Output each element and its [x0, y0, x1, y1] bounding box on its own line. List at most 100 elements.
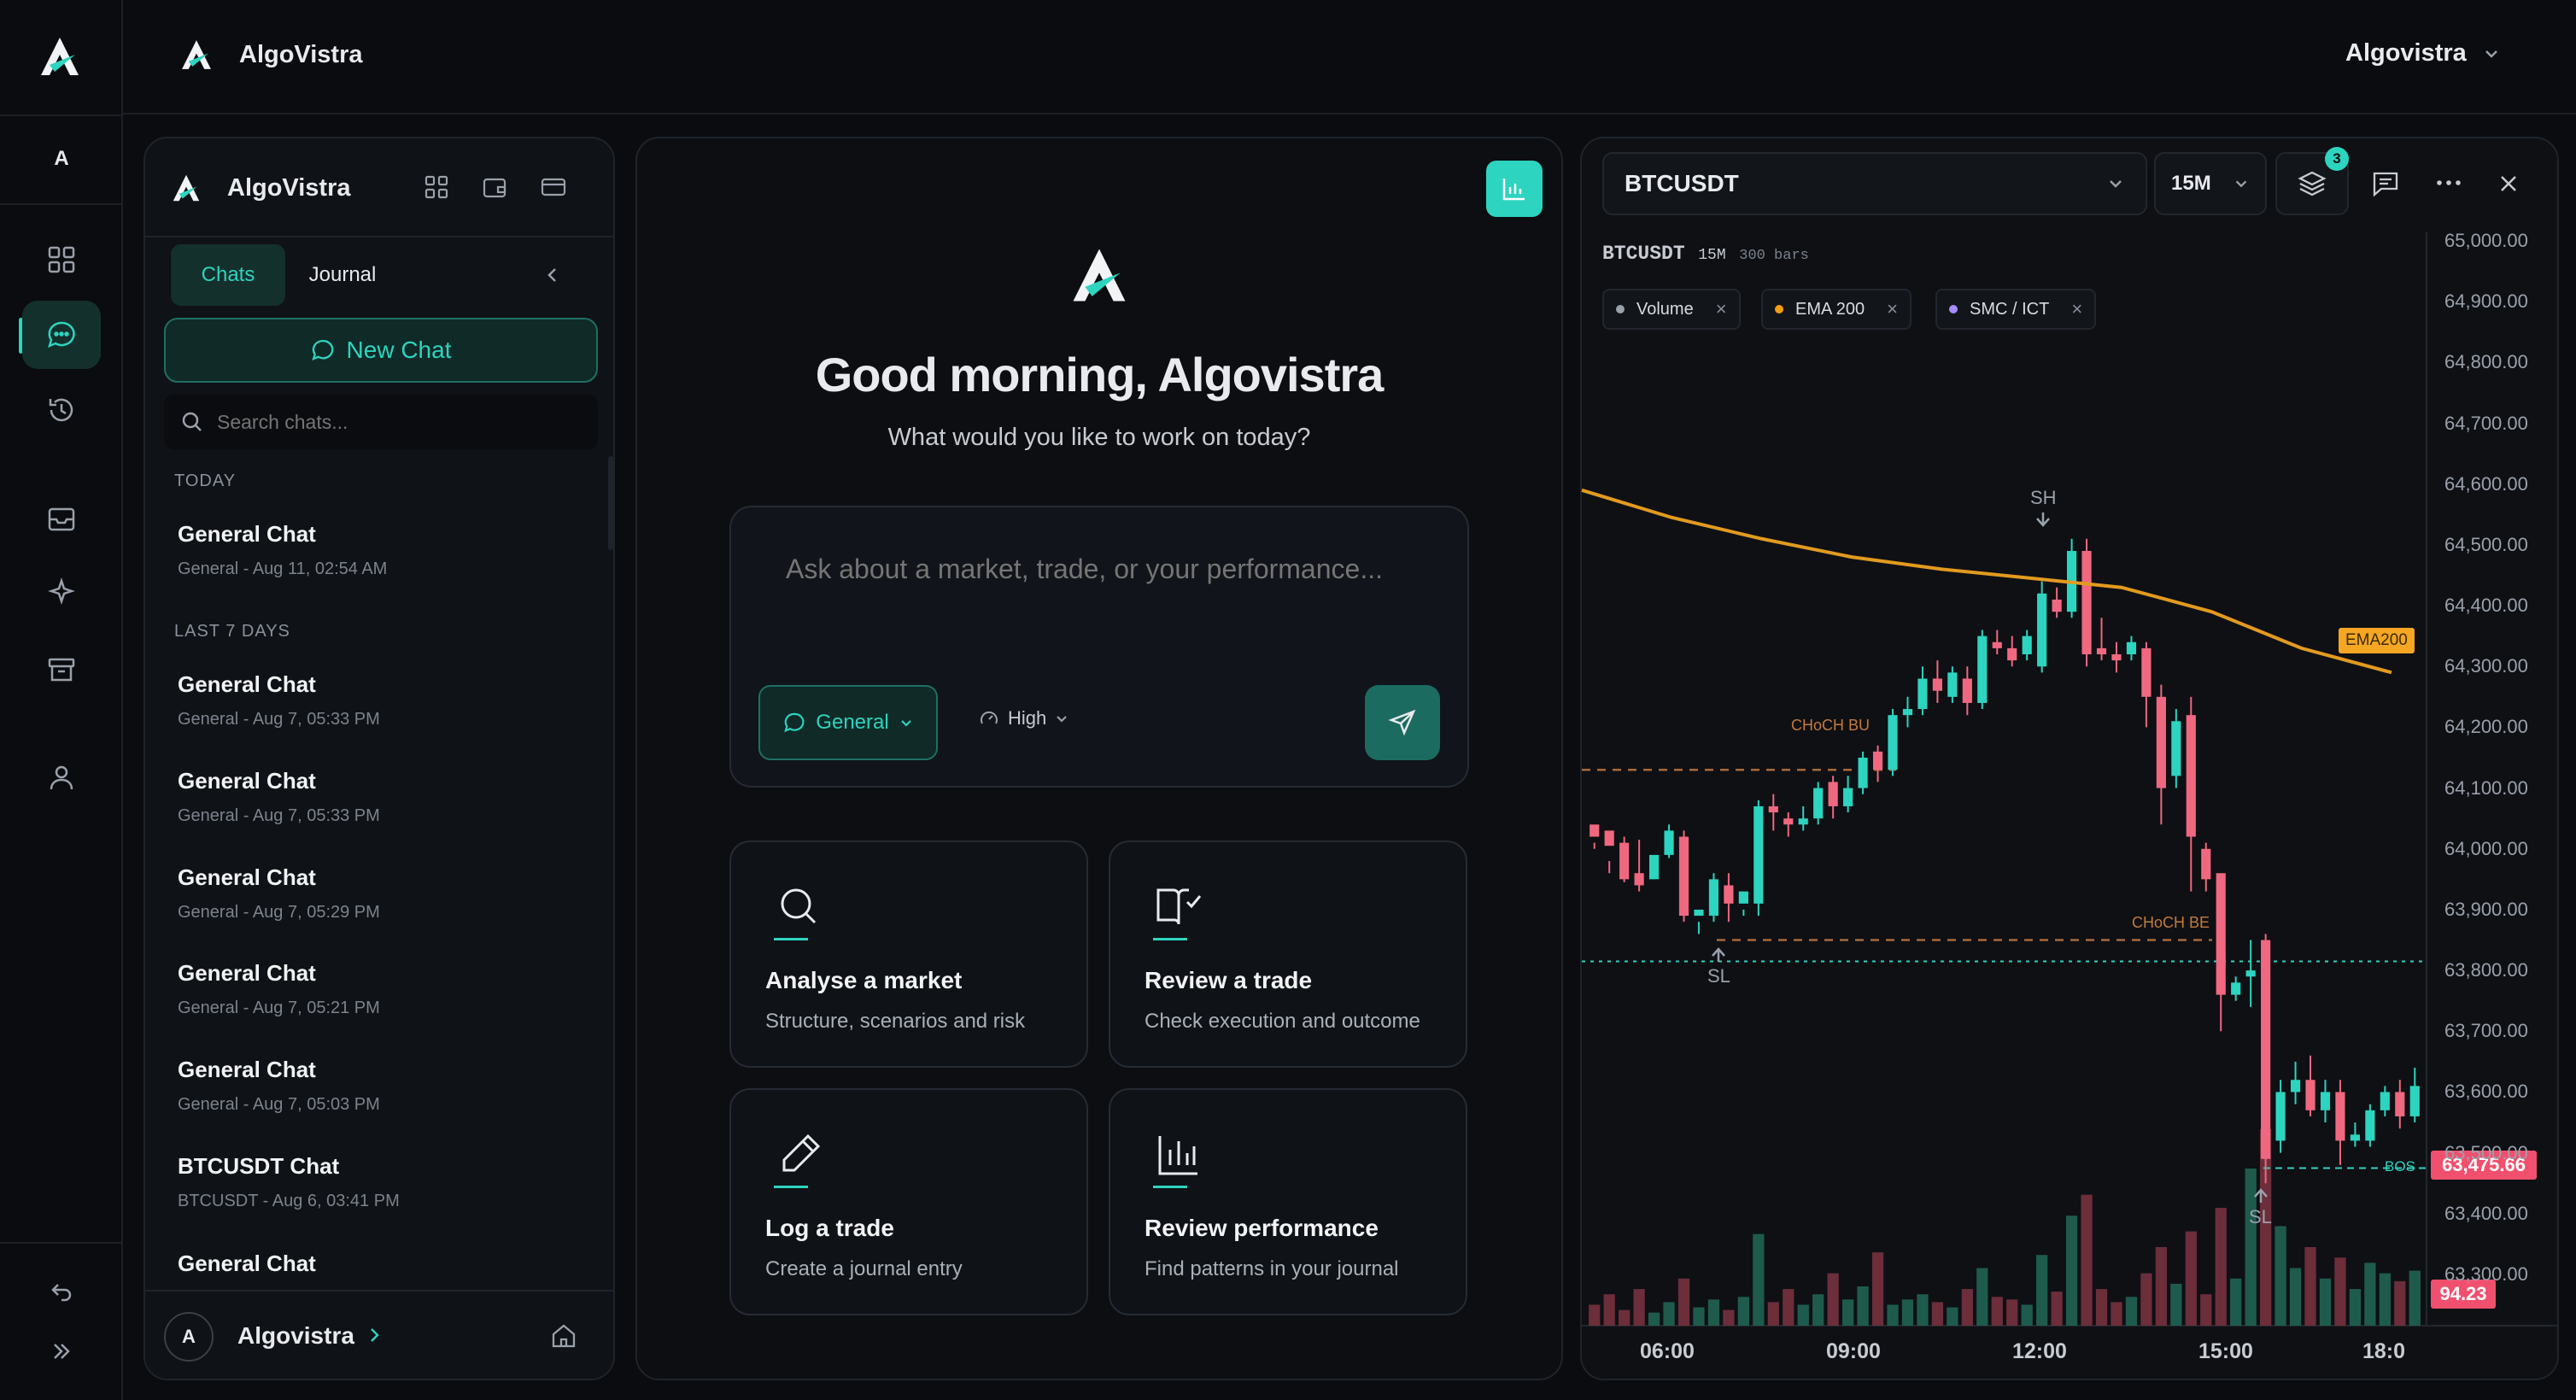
symbol-select[interactable]: BTCUSDT [1602, 152, 2147, 215]
y-axis-label: 63,300.00 [2444, 1263, 2528, 1285]
suggestion-card-review-trade[interactable]: Review a trade Check execution and outco… [1109, 841, 1467, 1068]
chevron-down-icon [2485, 50, 2497, 58]
card-subtitle: Create a journal entry [765, 1257, 963, 1280]
info-bars: 300 bars [1739, 248, 1809, 264]
indicator-chip-smc[interactable]: SMC / ICT × [1935, 289, 2097, 330]
archive-icon[interactable] [22, 636, 101, 704]
card-title: Log a trade [765, 1215, 894, 1241]
avatar[interactable]: A [44, 142, 79, 176]
user-icon[interactable] [22, 743, 101, 811]
accent-line [1153, 1186, 1187, 1188]
chat-subtitle: BTCUSDT - Aug 6, 03:41 PM [178, 1192, 400, 1210]
user-name[interactable]: Algovistra [237, 1322, 354, 1350]
account-name: Algovistra [2345, 39, 2467, 67]
gauge-icon [981, 711, 998, 724]
y-axis-label: 63,900.00 [2444, 898, 2528, 920]
chat-title: General Chat [178, 1251, 316, 1276]
x-axis-label: 18:0 [2362, 1339, 2406, 1363]
home-icon[interactable] [550, 1322, 577, 1350]
mode-select[interactable]: General [758, 685, 938, 760]
remove-indicator-icon[interactable]: × [1716, 298, 1727, 320]
chat-list-item[interactable]: General Chat General - Aug 7, 05:33 PM [178, 768, 380, 826]
chat-list-item[interactable]: General Chat General - Aug 7, 05:03 PM [178, 1057, 380, 1115]
history-icon[interactable] [22, 376, 101, 444]
wallet-icon[interactable] [482, 174, 507, 200]
indicator-dot [1775, 305, 1783, 313]
remove-indicator-icon[interactable]: × [1887, 298, 1898, 320]
layers-badge: 3 [2325, 147, 2349, 171]
send-icon [1388, 709, 1416, 736]
chevron-right-icon[interactable] [366, 1326, 383, 1344]
pen-icon [782, 1133, 821, 1172]
card-icon[interactable] [540, 174, 567, 200]
tab-chats[interactable]: Chats [171, 244, 285, 306]
y-axis-label: 63,500.00 [2444, 1141, 2528, 1163]
chats-panel: AlgoVistra Chats Journal New Chat TODAY … [143, 137, 615, 1380]
undo-icon[interactable] [22, 1257, 101, 1326]
chat-subtitle: General - Aug 7, 05:33 PM [178, 710, 380, 729]
chat-subtitle: General - Aug 7, 05:03 PM [178, 1095, 380, 1114]
effort-label: High [1008, 707, 1047, 729]
more-icon[interactable] [2434, 174, 2463, 191]
chat-list-item[interactable]: General Chat [178, 1251, 316, 1277]
icon-rail: A [0, 0, 123, 1400]
x-axis-label: 12:00 [2012, 1339, 2067, 1363]
inbox-icon[interactable] [22, 485, 101, 554]
chat-list-item[interactable]: BTCUSDT Chat BTCUSDT - Aug 6, 03:41 PM [178, 1153, 400, 1211]
y-axis-label: 64,500.00 [2444, 533, 2528, 555]
y-axis-label: 65,000.00 [2444, 230, 2528, 251]
search-input[interactable] [217, 410, 576, 434]
expand-icon[interactable] [22, 1317, 101, 1385]
effort-select[interactable]: High [979, 707, 1068, 729]
sidebar-brand: AlgoVistra [227, 174, 351, 202]
chat-title: General Chat [178, 864, 316, 890]
indicator-name: EMA 200 [1795, 299, 1865, 319]
indicator-name: SMC / ICT [1970, 299, 2050, 319]
sparkles-icon[interactable] [22, 557, 101, 625]
dashboard-icon[interactable] [22, 226, 101, 294]
x-axis-label: 15:00 [2198, 1339, 2253, 1363]
timeframe-select[interactable]: 15M [2154, 152, 2267, 215]
main-panel: Good morning, Algovistra What would you … [635, 137, 1563, 1380]
chat-list-item[interactable]: General Chat General - Aug 7, 05:33 PM [178, 671, 380, 729]
search-chats[interactable] [164, 395, 598, 449]
remove-indicator-icon[interactable]: × [2071, 298, 2082, 320]
chat-list-item[interactable]: General Chat General - Aug 7, 05:29 PM [178, 864, 380, 923]
close-icon[interactable] [2496, 171, 2521, 196]
info-timeframe: 15M [1698, 247, 1726, 264]
indicator-chip-ema[interactable]: EMA 200 × [1761, 289, 1912, 330]
indicator-chip-volume[interactable]: Volume × [1602, 289, 1741, 330]
accent-line [774, 1186, 808, 1188]
toggle-chart-button[interactable] [1486, 161, 1543, 217]
prompt-input[interactable] [786, 554, 1435, 605]
chat-title: General Chat [178, 1057, 316, 1082]
suggestion-card-analyse[interactable]: Analyse a market Structure, scenarios an… [729, 841, 1088, 1068]
chat-list-item[interactable]: General Chat General - Aug 7, 05:21 PM [178, 960, 380, 1018]
chart-icon [1502, 179, 1525, 201]
scrollbar[interactable] [608, 456, 613, 550]
account-menu[interactable]: Algovistra [2345, 39, 2501, 67]
y-axis-label: 64,600.00 [2444, 472, 2528, 495]
collapse-icon[interactable] [543, 265, 562, 285]
indicator-dot [1949, 305, 1958, 313]
user-avatar[interactable]: A [164, 1312, 214, 1362]
send-button[interactable] [1365, 685, 1440, 760]
user-footer: A Algovistra [145, 1290, 613, 1379]
brand-logo-icon [179, 38, 214, 72]
app-logo-icon[interactable] [38, 34, 82, 79]
timeframe-label: 15M [2171, 172, 2211, 195]
suggestion-card-log-trade[interactable]: Log a trade Create a journal entry [729, 1088, 1088, 1315]
indicator-dot [1616, 305, 1625, 313]
new-chat-button[interactable]: New Chat [164, 318, 598, 383]
comment-icon[interactable] [2371, 169, 2400, 198]
grid-view-icon[interactable] [424, 174, 449, 200]
chat-icon[interactable] [22, 301, 101, 369]
accent-line [774, 938, 808, 940]
layers-icon [2298, 171, 2327, 196]
card-subtitle: Find patterns in your journal [1145, 1257, 1399, 1280]
book-check-icon [1156, 888, 1202, 925]
tab-journal[interactable]: Journal [285, 244, 400, 306]
chat-list-item[interactable]: General Chat General - Aug 11, 02:54 AM [178, 521, 387, 579]
y-axis-label: 63,800.00 [2444, 959, 2528, 981]
suggestion-card-review-performance[interactable]: Review performance Find patterns in your… [1109, 1088, 1467, 1315]
